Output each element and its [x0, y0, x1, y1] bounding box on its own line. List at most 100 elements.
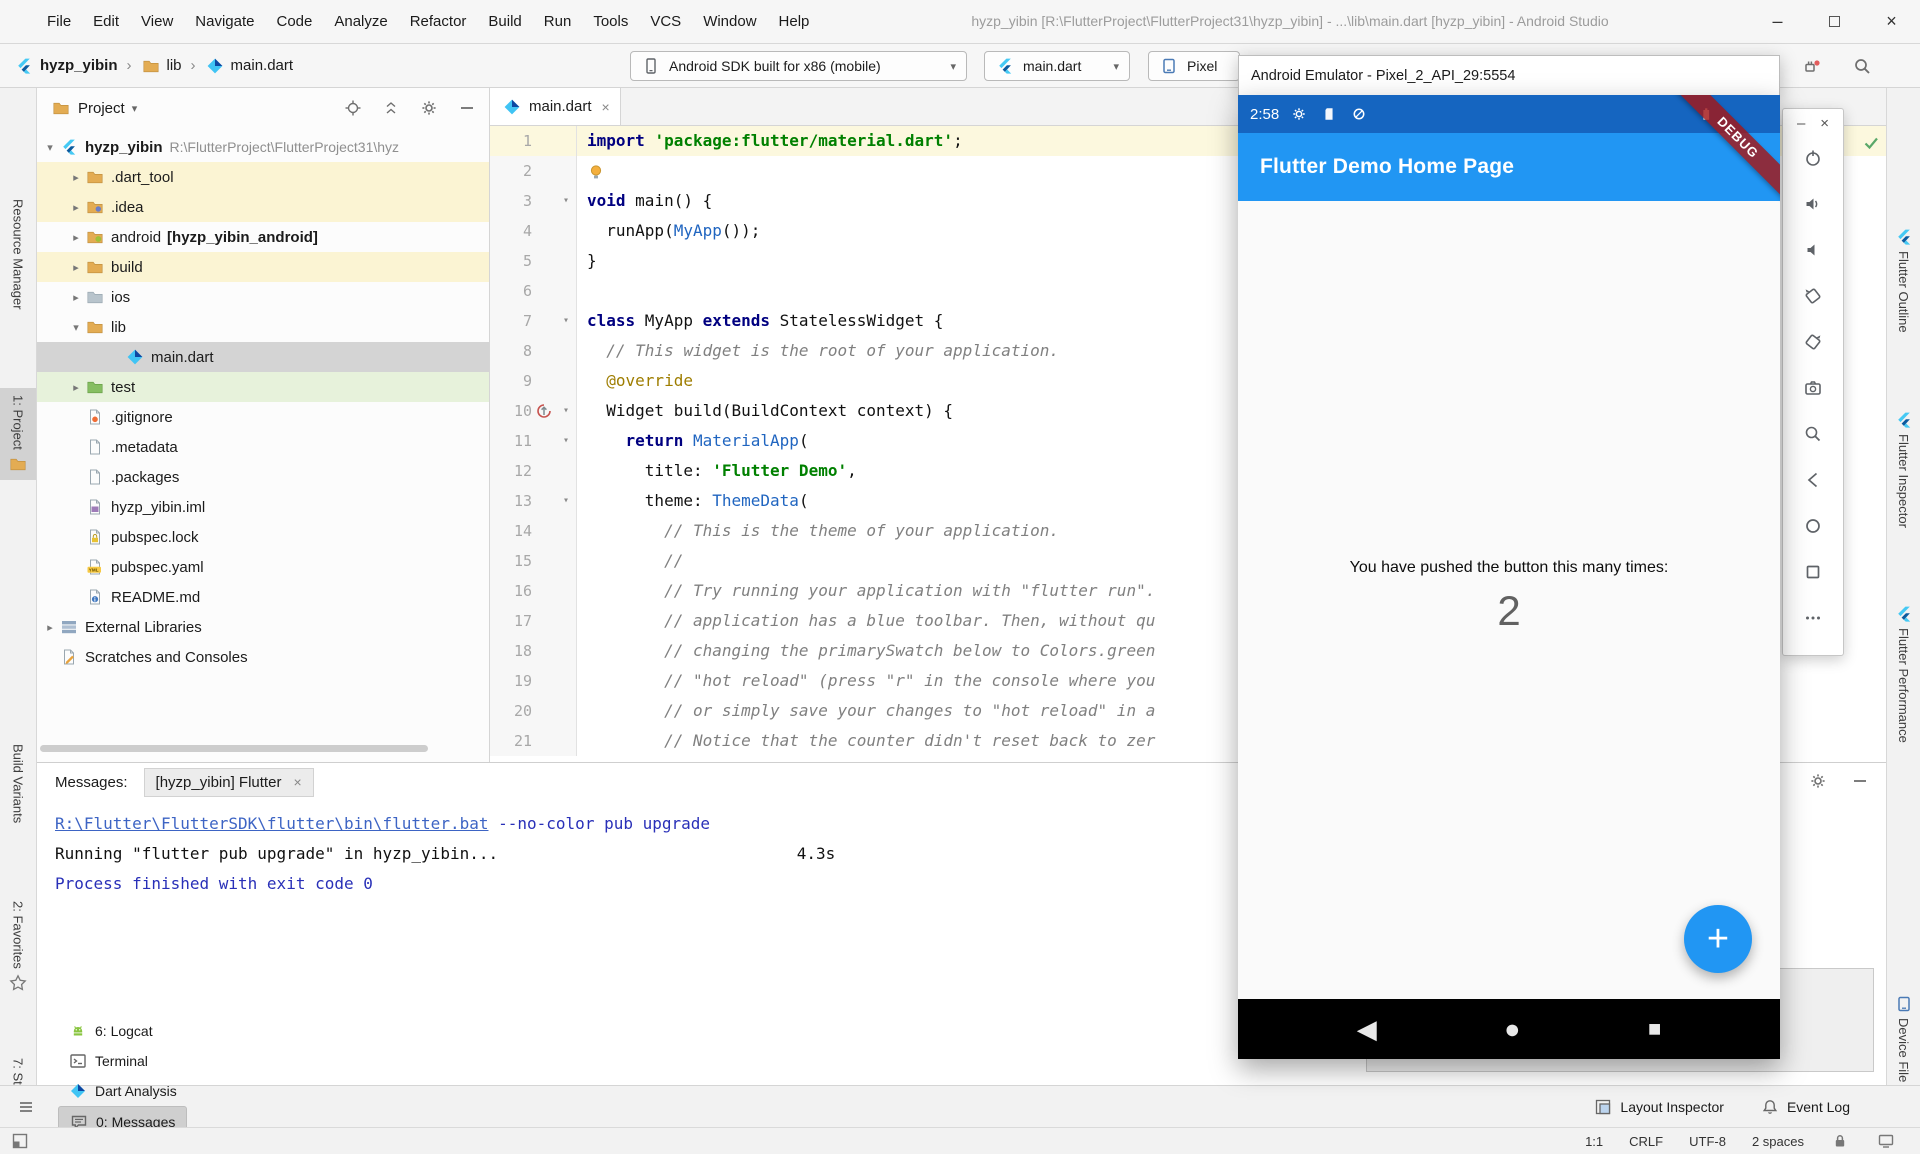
gutter[interactable]: 20: [490, 696, 577, 726]
menu-item-refactor[interactable]: Refactor: [399, 8, 478, 35]
toolwindow-button-logcat[interactable]: 6: Logcat: [58, 1016, 187, 1046]
fold-marker-icon[interactable]: ▾: [556, 426, 576, 456]
hide-panel-icon[interactable]: [457, 98, 477, 118]
chevron-right-icon[interactable]: ▸: [67, 291, 85, 304]
emulator-minimize-button[interactable]: –: [1797, 115, 1805, 132]
breadcrumb-file[interactable]: main.dart: [231, 57, 294, 74]
tree-item-test[interactable]: ▸test: [37, 372, 489, 402]
gutter[interactable]: 17: [490, 606, 577, 636]
android-back-button[interactable]: ◀: [1357, 1014, 1377, 1045]
emulator-home-icon[interactable]: [1796, 509, 1830, 543]
messages-tab-flutter[interactable]: [hyzp_yibin] Flutter ×: [144, 768, 314, 797]
menu-item-analyze[interactable]: Analyze: [323, 8, 398, 35]
chevron-right-icon[interactable]: ▸: [41, 621, 59, 634]
gutter[interactable]: 12: [490, 456, 577, 486]
tree-item-main-dart[interactable]: main.dart: [37, 342, 489, 372]
menu-item-view[interactable]: View: [130, 8, 184, 35]
menu-item-window[interactable]: Window: [692, 8, 767, 35]
emulator-volume-down-icon[interactable]: [1796, 233, 1830, 267]
tree-item-hyzp-yibin[interactable]: ▾hyzp_yibin R:\FlutterProject\FlutterPro…: [37, 132, 489, 162]
window-maximize-button[interactable]: [1806, 0, 1863, 43]
gutter[interactable]: 4: [490, 216, 577, 246]
menu-item-tools[interactable]: Tools: [582, 8, 639, 35]
horizontal-scrollbar[interactable]: [40, 745, 428, 752]
menu-item-code[interactable]: Code: [265, 8, 323, 35]
tree-item--dart-tool[interactable]: ▸.dart_tool: [37, 162, 489, 192]
chevron-right-icon[interactable]: ▸: [67, 201, 85, 214]
breadcrumb-folder[interactable]: lib: [167, 57, 182, 74]
messages-settings-icon[interactable]: [1808, 771, 1828, 791]
status-file-encoding[interactable]: UTF-8: [1689, 1134, 1726, 1149]
android-home-button[interactable]: ●: [1504, 1014, 1520, 1045]
chevron-right-icon[interactable]: ▸: [67, 171, 85, 184]
gutter[interactable]: 5: [490, 246, 577, 276]
android-overview-button[interactable]: ■: [1648, 1016, 1661, 1042]
tool-strip-project[interactable]: 1: Project: [0, 388, 36, 480]
tree-item-lib[interactable]: ▾lib: [37, 312, 489, 342]
tree-item-scratches-and-consoles[interactable]: Scratches and Consoles: [37, 642, 489, 672]
emulator-power-icon[interactable]: [1796, 141, 1830, 175]
menu-item-navigate[interactable]: Navigate: [184, 8, 265, 35]
window-close-button[interactable]: ×: [1863, 0, 1920, 43]
toolwindow-button-dart-analysis[interactable]: Dart Analysis: [58, 1076, 187, 1106]
close-icon[interactable]: ×: [293, 774, 301, 790]
tree-item-ios[interactable]: ▸ios: [37, 282, 489, 312]
tree-item-readme-md[interactable]: iREADME.md: [37, 582, 489, 612]
screen-widget-icon[interactable]: [1876, 1131, 1896, 1151]
tree-item--idea[interactable]: ▸.idea: [37, 192, 489, 222]
chevron-right-icon[interactable]: ▸: [67, 261, 85, 274]
gutter[interactable]: 10▾: [490, 396, 577, 426]
lock-icon[interactable]: [1830, 1131, 1850, 1151]
emulator-rotate-left-icon[interactable]: [1796, 279, 1830, 313]
status-line-separator[interactable]: CRLF: [1629, 1134, 1663, 1149]
gutter[interactable]: 16: [490, 576, 577, 606]
gutter[interactable]: 9: [490, 366, 577, 396]
tree-item--packages[interactable]: .packages: [37, 462, 489, 492]
emulator-more-icon[interactable]: [1796, 601, 1830, 635]
gutter[interactable]: 18: [490, 636, 577, 666]
toolwindow-button-event-log[interactable]: Event Log: [1750, 1092, 1860, 1122]
emulator-volume-up-icon[interactable]: [1796, 187, 1830, 221]
gutter[interactable]: 21: [490, 726, 577, 756]
chevron-down-icon[interactable]: ▾: [67, 321, 85, 334]
tree-item-android[interactable]: ▸android[hyzp_yibin_android]: [37, 222, 489, 252]
emulator-overview-icon[interactable]: [1796, 555, 1830, 589]
console-link[interactable]: R:\Flutter\FlutterSDK\flutter\bin\flutte…: [55, 814, 488, 833]
tree-item-build[interactable]: ▸build: [37, 252, 489, 282]
close-icon[interactable]: ×: [602, 99, 610, 115]
collapse-all-icon[interactable]: [381, 98, 401, 118]
gutter[interactable]: 8: [490, 336, 577, 366]
inspections-ok-icon[interactable]: [1862, 134, 1880, 152]
tool-strip-flutter-outline[interactable]: Flutter Outline: [1887, 221, 1920, 340]
emulator-titlebar[interactable]: Android Emulator - Pixel_2_API_29:5554: [1238, 55, 1780, 95]
menu-item-run[interactable]: Run: [533, 8, 583, 35]
gutter[interactable]: 2: [490, 156, 577, 186]
attach-debugger-icon[interactable]: [1800, 54, 1824, 78]
gutter[interactable]: 7▾: [490, 306, 577, 336]
emulator-rotate-right-icon[interactable]: [1796, 325, 1830, 359]
emulator-screenshot-icon[interactable]: [1796, 371, 1830, 405]
chevron-right-icon[interactable]: ▸: [67, 381, 85, 394]
search-icon[interactable]: [1850, 54, 1874, 78]
tree-item-pubspec-lock[interactable]: pubspec.lock: [37, 522, 489, 552]
tool-windows-menu-icon[interactable]: [16, 1097, 36, 1117]
locate-file-icon[interactable]: [343, 98, 363, 118]
fab-button[interactable]: +: [1684, 905, 1752, 973]
tree-item--metadata[interactable]: .metadata: [37, 432, 489, 462]
run-config-dropdown[interactable]: main.dart ▾: [984, 51, 1130, 81]
tool-strip-flutter-performance[interactable]: Flutter Performance: [1887, 598, 1920, 750]
gutter[interactable]: 19: [490, 666, 577, 696]
override-marker-icon[interactable]: [532, 396, 556, 426]
menu-item-vcs[interactable]: VCS: [639, 8, 692, 35]
tool-strip-favorites[interactable]: 2: Favorites: [0, 894, 36, 999]
editor-tab-main-dart[interactable]: main.dart ×: [490, 88, 621, 125]
emulator-close-button[interactable]: ×: [1820, 115, 1829, 132]
tool-strip-build-variants[interactable]: Build Variants: [0, 737, 36, 830]
emulator-zoom-icon[interactable]: [1796, 417, 1830, 451]
tool-strip-flutter-inspector[interactable]: Flutter Inspector: [1887, 404, 1920, 535]
tree-item-pubspec-yaml[interactable]: YMLpubspec.yaml: [37, 552, 489, 582]
gutter[interactable]: 13▾: [490, 486, 577, 516]
project-panel-title[interactable]: Project: [78, 100, 125, 117]
menu-item-build[interactable]: Build: [477, 8, 532, 35]
toolwindow-button-layout-inspector[interactable]: Layout Inspector: [1583, 1092, 1734, 1122]
